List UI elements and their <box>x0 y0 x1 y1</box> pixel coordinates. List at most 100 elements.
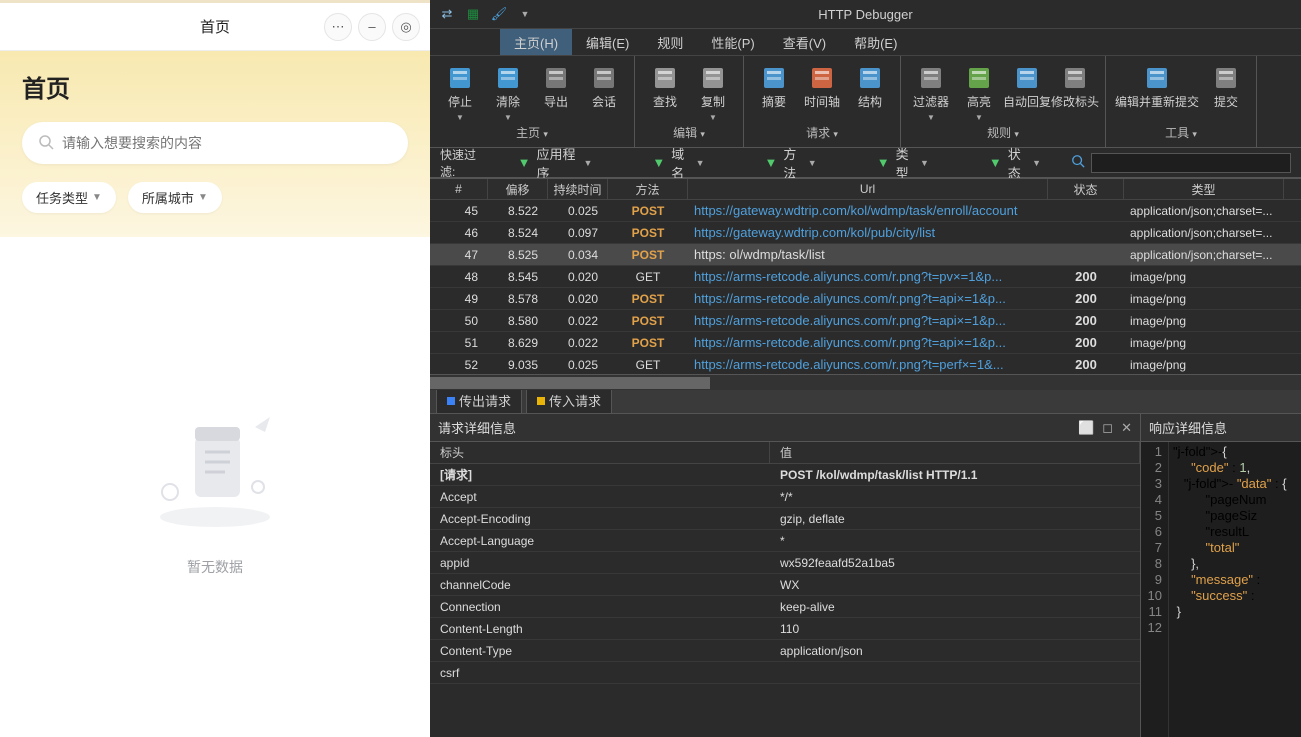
highlight-icon <box>965 64 993 92</box>
header-row[interactable]: Accept-Encodinggzip, deflate <box>430 508 1140 530</box>
menu-perf[interactable]: 性能(P) <box>697 29 768 55</box>
ribbon-structure[interactable]: 结构 <box>846 60 894 109</box>
ribbon-session[interactable]: 会话 <box>580 60 628 109</box>
funnel-icon: ▼ <box>989 155 1002 170</box>
table-row[interactable]: 45 8.522 0.025 POST https://gateway.wdtr… <box>430 200 1301 222</box>
ribbon-group: 停止▼清除▼导出会话主页 ▾ <box>430 56 635 147</box>
quick-filter-domain[interactable]: ▼域名▼ <box>652 144 704 182</box>
ribbon-modheader[interactable]: 修改标头 <box>1051 60 1099 109</box>
col-type[interactable]: 类型 <box>1124 179 1284 199</box>
menu-edit[interactable]: 编辑(E) <box>572 29 643 55</box>
empty-illustration <box>140 397 290 537</box>
left-app-window: 首页 ⋯ – ◎ 首页 任务类型 ▼ 所属城市 <box>0 0 430 737</box>
summary-icon <box>760 64 788 92</box>
ribbon-find[interactable]: 查找 <box>641 60 689 109</box>
ribbon-group: 摘要时间轴结构请求 ▾ <box>744 56 901 147</box>
ribbon-group: 查找复制▼编辑 ▾ <box>635 56 744 147</box>
ribbon-editresubmit[interactable]: 编辑并重新提交 <box>1112 60 1202 109</box>
header-row[interactable]: Content-Length110 <box>430 618 1140 640</box>
excel-icon[interactable]: ▦ <box>464 5 482 23</box>
ribbon-copy[interactable]: 复制▼ <box>689 60 737 122</box>
ribbon-clear[interactable]: 清除▼ <box>484 60 532 122</box>
ribbon-timeline[interactable]: 时间轴 <box>798 60 846 109</box>
table-row[interactable]: 48 8.545 0.020 GET https://arms-retcode.… <box>430 266 1301 288</box>
tab-outgoing[interactable]: 传出请求 <box>436 387 522 413</box>
json-gutter: 123456789101112 <box>1141 442 1169 737</box>
col-status[interactable]: 状态 <box>1048 179 1124 199</box>
minimize-button[interactable]: – <box>358 13 386 41</box>
ribbon-filter[interactable]: 过滤器▼ <box>907 60 955 122</box>
timeline-icon <box>808 64 836 92</box>
dropdown-icon[interactable]: ▼ <box>516 5 534 23</box>
header-row[interactable]: appidwx592feaafd52a1ba5 <box>430 552 1140 574</box>
filter-city[interactable]: 所属城市 ▼ <box>128 182 222 213</box>
search-box[interactable] <box>22 122 408 164</box>
filter-task-type[interactable]: 任务类型 ▼ <box>22 182 116 213</box>
filter-icon <box>917 64 945 92</box>
search-input[interactable] <box>62 135 392 151</box>
ribbon-highlight[interactable]: 高亮▼ <box>955 60 1003 122</box>
grid-header: # 偏移 持续时间 方法 Url 状态 类型 <box>430 178 1301 200</box>
header-row[interactable]: Content-Typeapplication/json <box>430 640 1140 662</box>
tab-incoming[interactable]: 传入请求 <box>526 387 612 413</box>
header-row[interactable]: channelCodeWX <box>430 574 1140 596</box>
ribbon: 停止▼清除▼导出会话主页 ▾查找复制▼编辑 ▾摘要时间轴结构请求 ▾过滤器▼高亮… <box>430 56 1301 148</box>
header-row[interactable]: csrf <box>430 662 1140 684</box>
quick-filter-type[interactable]: ▼类型▼ <box>877 144 929 182</box>
target-button[interactable]: ◎ <box>392 13 420 41</box>
grid-search-input[interactable] <box>1091 153 1291 173</box>
back-forward-icon[interactable]: ⇄ <box>438 5 456 23</box>
chevron-down-icon: ▼ <box>92 192 102 203</box>
square-icon <box>447 397 455 405</box>
empty-text: 暂无数据 <box>187 557 243 577</box>
debugger-titlebar: ⇄ ▦ 🖌 ▼ HTTP Debugger <box>430 0 1301 28</box>
ribbon-summary[interactable]: 摘要 <box>750 60 798 109</box>
quick-filter-status[interactable]: ▼状态▼ <box>989 144 1041 182</box>
table-row[interactable]: 50 8.580 0.022 POST https://arms-retcode… <box>430 310 1301 332</box>
menu-view[interactable]: 查看(V) <box>769 29 840 55</box>
modheader-icon <box>1061 64 1089 92</box>
kv-col-value[interactable]: 值 <box>770 442 1140 463</box>
header-row[interactable]: Connectionkeep-alive <box>430 596 1140 618</box>
stop-icon <box>446 64 474 92</box>
quick-filter-app[interactable]: ▼应用程序▼ <box>518 144 593 182</box>
menu-rules[interactable]: 规则 <box>643 29 697 55</box>
copy-icon <box>699 64 727 92</box>
table-row[interactable]: 47 8.525 0.034 POST https: ol/wdmp/task/… <box>430 244 1301 266</box>
quick-filter-method[interactable]: ▼方法▼ <box>765 144 817 182</box>
ribbon-group: 编辑并重新提交提交工具 ▾ <box>1106 56 1257 147</box>
chevron-down-icon: ▼ <box>198 192 208 203</box>
ribbon-submit[interactable]: 提交 <box>1202 60 1250 109</box>
kv-col-header[interactable]: 标头 <box>430 442 770 463</box>
more-button[interactable]: ⋯ <box>324 13 352 41</box>
col-num[interactable]: # <box>430 179 488 199</box>
pin2-icon[interactable]: ◻ <box>1102 420 1113 436</box>
ribbon-stop[interactable]: 停止▼ <box>436 60 484 122</box>
search-icon[interactable] <box>1071 154 1085 171</box>
grid-scrollbar[interactable] <box>430 374 1301 390</box>
table-row[interactable]: 52 9.035 0.025 GET https://arms-retcode.… <box>430 354 1301 374</box>
menu-help[interactable]: 帮助(E) <box>840 29 911 55</box>
col-url[interactable]: Url <box>688 179 1048 199</box>
col-method[interactable]: 方法 <box>608 179 688 199</box>
header-row[interactable]: Accept*/* <box>430 486 1140 508</box>
menu-home[interactable]: 主页(H) <box>500 29 572 55</box>
response-detail-panel: 响应详细信息 123456789101112 "j-fold">-{ "code… <box>1141 414 1301 737</box>
header-row[interactable]: [请求]POST /kol/wdmp/task/list HTTP/1.1 <box>430 464 1140 486</box>
json-body[interactable]: "j-fold">-{ "code" : 1, "j-fold">- "data… <box>1169 442 1301 737</box>
table-row[interactable]: 46 8.524 0.097 POST https://gateway.wdtr… <box>430 222 1301 244</box>
close-icon[interactable]: ✕ <box>1121 420 1132 436</box>
clear-icon <box>494 64 522 92</box>
export-icon <box>542 64 570 92</box>
ribbon-export[interactable]: 导出 <box>532 60 580 109</box>
col-offset[interactable]: 偏移 <box>488 179 548 199</box>
table-row[interactable]: 49 8.578 0.020 POST https://arms-retcode… <box>430 288 1301 310</box>
ribbon-autoreply[interactable]: 自动回复 <box>1003 60 1051 109</box>
col-duration[interactable]: 持续时间 <box>548 179 608 199</box>
structure-icon <box>856 64 884 92</box>
table-row[interactable]: 51 8.629 0.022 POST https://arms-retcode… <box>430 332 1301 354</box>
brush-icon[interactable]: 🖌 <box>490 5 508 23</box>
page-heading: 首页 <box>22 69 408 104</box>
pin-icon[interactable]: ⬜ <box>1078 420 1094 436</box>
header-row[interactable]: Accept-Language* <box>430 530 1140 552</box>
